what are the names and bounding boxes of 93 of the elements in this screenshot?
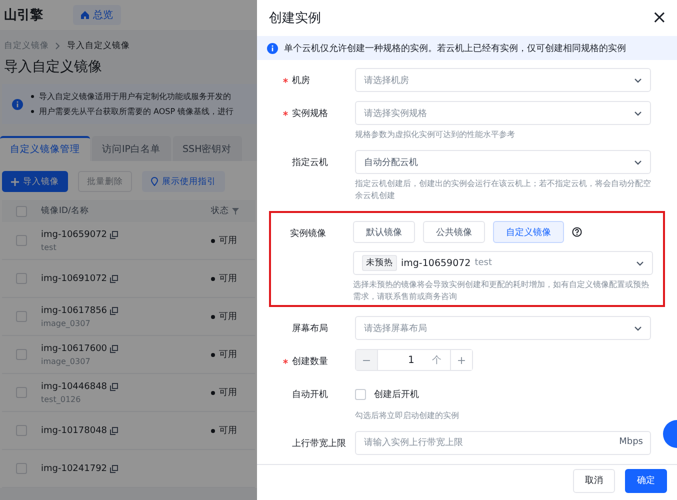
field-label: 上行带宽上限 [292,438,346,450]
breadcrumb-item[interactable]: 自定义镜像 [4,40,49,52]
field-label: 指定云机 [292,156,328,168]
copy-icon[interactable] [110,426,118,434]
tab[interactable]: SSH密钥对 [172,136,242,161]
image-source-option[interactable]: 公共镜像 [423,221,485,243]
image-source-option[interactable]: 默认镜像 [353,221,415,243]
select-field[interactable]: 请选择机房 [355,68,651,92]
status-text: 可用 [211,272,237,285]
field-hint: 指定云机创建后，创建出的实例会运行在该云机上；若不指定云机，将会自动分配空余云机创建 [355,178,651,202]
field-label: 屏幕布局 [292,322,328,334]
bullet-dot [31,95,34,98]
column-header: 镜像ID/名称 [41,205,90,217]
image-name: image_0307 [41,318,92,328]
breadcrumb-item[interactable]: 导入自定义镜像 [67,40,130,52]
copy-icon[interactable] [110,230,118,238]
checkbox[interactable] [355,388,366,400]
field-hint: 勾选后将立即启动创建的实例 [355,410,460,422]
chevron-down-icon [634,326,642,330]
action-button[interactable]: 展示使用指引 [142,171,225,192]
select-field[interactable]: 自动分配云机 [355,150,651,174]
field-label: 实例镜像 [290,228,326,240]
tab[interactable]: 自定义镜像管理 [0,136,90,161]
drawer-title: 创建实例 [269,10,321,27]
home-button[interactable]: 总览 [73,5,121,25]
image-id: img-10617600 [41,344,211,354]
brand-name: 山引擎 [4,7,43,24]
image-id: img-10178048 [41,426,211,436]
image-id: img-10446848 [41,382,211,392]
notice-text: 导入自定义镜像适用于用户有定制化功能或服务开发的 [39,91,231,102]
chevron-down-icon [636,260,644,266]
chevron-down-icon [634,160,642,164]
copy-icon[interactable] [110,344,118,352]
help-icon[interactable] [572,227,582,237]
checkbox[interactable] [16,425,27,436]
field-label: 实例规格 [292,108,328,120]
field-label: 机房 [292,74,310,86]
checkbox[interactable] [16,273,27,284]
info-icon [267,42,278,54]
checkbox[interactable] [16,311,27,322]
filter-icon[interactable] [232,208,239,214]
field-hint: 选择未预热的镜像将会导致实例创建和更配的耗时增加，如有自定义镜像配置或预热需求，请联系售前或商务咨询 [353,279,650,303]
chevron-down-icon [634,78,642,82]
image-name: test [474,258,492,268]
checkbox[interactable] [16,235,27,246]
field-label: 自动开机 [292,388,328,400]
status-text: 可用 [211,424,237,437]
copy-icon[interactable] [110,464,118,472]
select-field[interactable]: 请选择屏幕布局 [355,316,651,340]
unit-suffix: Mbps [619,437,643,447]
image-id: img-10659072 [401,258,471,268]
confirm-button[interactable]: 确定 [625,468,667,492]
pin-icon [151,177,158,186]
info-icon [12,98,23,110]
close-button[interactable]: × [652,9,667,27]
plus-icon [11,178,19,186]
cancel-button[interactable]: 取消 [573,468,615,492]
field-hint: 规格参数为虚拟化实例可达到的性能水平参考 [355,129,516,141]
checkbox-label[interactable]: 创建后开机 [374,388,419,400]
status-text: 可用 [211,348,237,361]
image-name: image_0307 [41,356,92,366]
checkbox[interactable] [16,349,27,360]
image-select[interactable]: 未预热 img-10659072 test [353,251,653,275]
image-source-option[interactable]: 自定义镜像 [493,221,564,243]
status-text: 可用 [211,386,237,399]
copy-icon[interactable] [110,274,118,282]
status-text: 可用 [211,310,237,323]
checkbox[interactable] [16,387,27,398]
chevron-right-icon [55,42,61,50]
action-button[interactable]: 导入镜像 [2,171,68,192]
bullet-dot [31,110,34,113]
image-id: img-10617856 [41,306,211,316]
image-name: test_0126 [41,394,82,404]
copy-icon[interactable] [110,382,118,390]
select-field[interactable]: 请选择实例规格 [355,101,651,125]
home-icon [81,11,89,19]
checkbox[interactable] [16,463,27,474]
chevron-down-icon [634,110,642,116]
checkbox[interactable] [16,206,27,216]
field-label: 创建数量 [292,356,328,368]
image-id: img-10659072 [41,230,211,240]
image-id: img-10691072 [41,274,211,284]
image-id: img-10241792 [41,464,211,474]
tab[interactable]: 访问IP白名单 [92,136,171,161]
status-tag: 未预热 [362,255,397,271]
status-text: 可用 [211,234,237,247]
copy-icon[interactable] [110,306,118,314]
column-header[interactable]: 状态 [211,205,239,217]
image-name: test [41,242,58,252]
notice-text: 用户需要先从平台获取所需要的 AOSP 镜像基线，进行 [39,106,234,117]
page-title: 导入自定义镜像 [3,58,103,77]
info-alert: 单个云机仅允许创建一种规格的实例。若云机上已经有实例，仅可创建相同规格的实例 [257,36,677,60]
floating-button[interactable] [663,420,677,448]
